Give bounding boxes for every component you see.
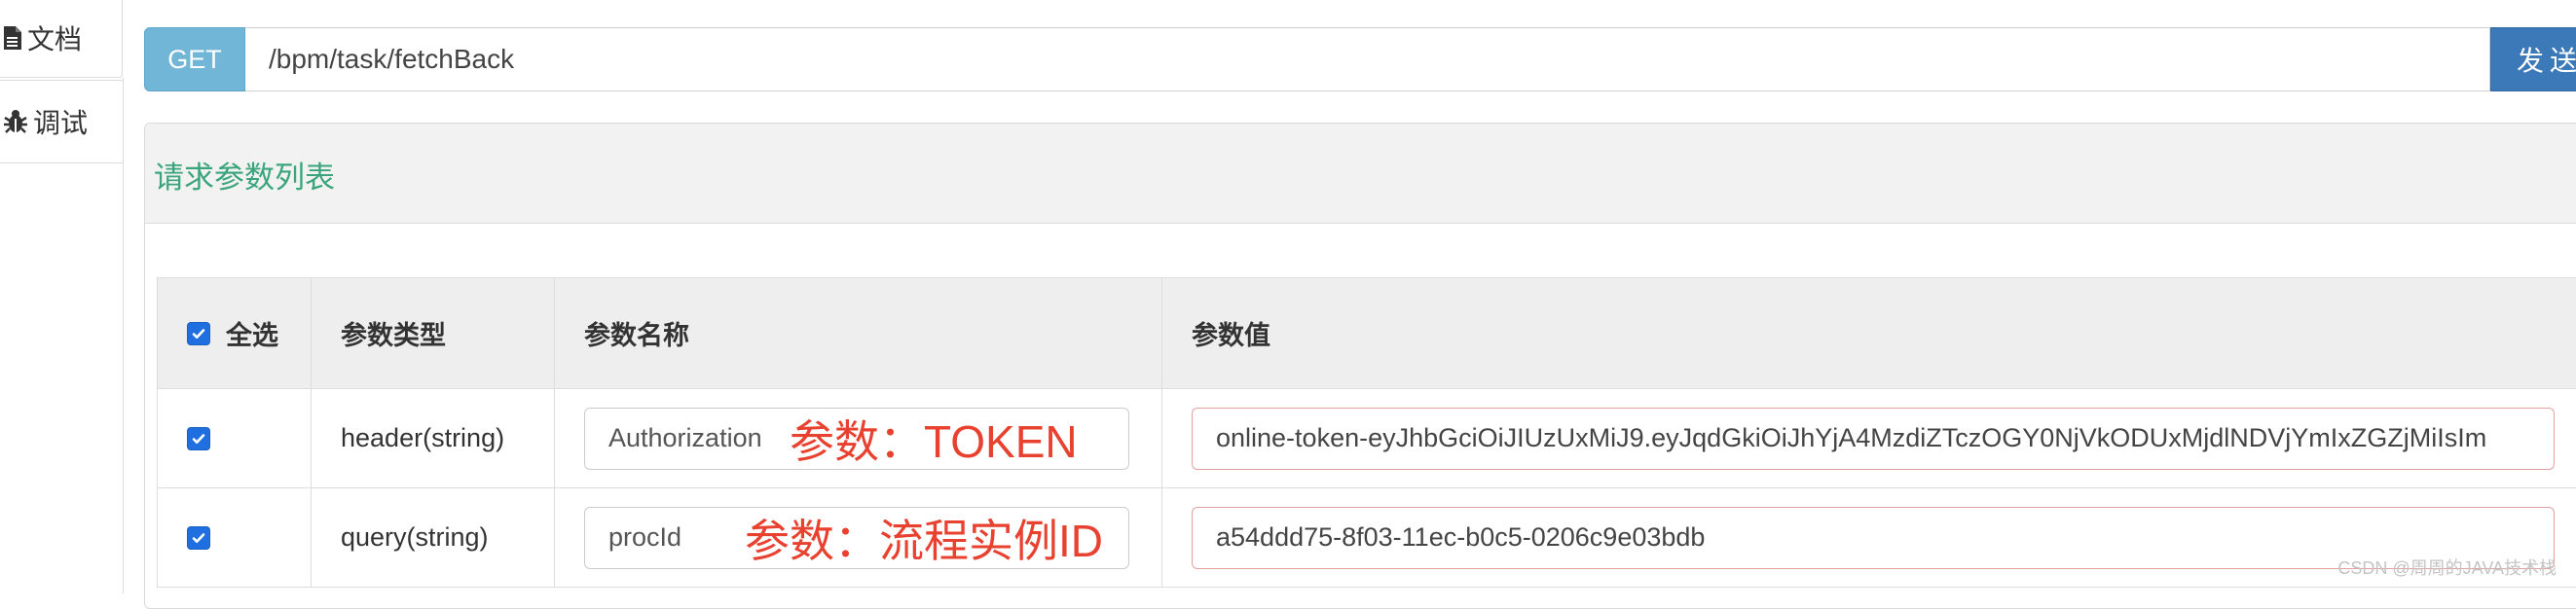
table-row: header(string) Authorization 参数：TOKEN on… — [158, 389, 2576, 488]
header-param-type: 参数类型 — [312, 278, 555, 389]
table-header-row: 全选 参数类型 参数名称 参数值 — [158, 278, 2576, 389]
row-check-cell — [158, 389, 312, 488]
row-check-cell — [158, 488, 312, 588]
row-param-value-cell: online-token-eyJhbGciOiJIUzUxMiJ9.eyJqdG… — [1162, 389, 2576, 488]
param-name-input[interactable]: Authorization 参数：TOKEN — [584, 408, 1129, 470]
param-name-value: procId — [608, 522, 681, 553]
tab-doc-label: 文档 — [27, 18, 82, 57]
annotation-text: 参数：流程实例ID — [745, 507, 1103, 569]
params-table: 全选 参数类型 参数名称 参数值 header(string) Authori — [157, 277, 2576, 588]
select-all-label: 全选 — [226, 314, 278, 352]
document-icon — [2, 25, 27, 51]
tab-strip-divider — [123, 78, 124, 593]
url-input[interactable]: /bpm/task/fetchBack — [245, 27, 2490, 91]
row-checkbox[interactable] — [187, 526, 210, 550]
tab-doc[interactable]: 文档 — [0, 0, 123, 78]
left-tab-strip: 文档 调试 — [0, 0, 125, 591]
watermark: CSDN @周周的JAVA技术栈 — [2337, 555, 2557, 580]
param-name-input[interactable]: procId 参数：流程实例ID — [584, 507, 1129, 569]
row-checkbox[interactable] — [187, 427, 210, 450]
select-all-checkbox[interactable] — [187, 322, 210, 345]
panel-heading: 请求参数列表 — [145, 124, 2576, 224]
tab-debug-label: 调试 — [33, 102, 88, 141]
bug-icon — [2, 108, 33, 135]
send-button[interactable]: 发送 — [2490, 27, 2576, 91]
request-bar: GET /bpm/task/fetchBack 发送 — [144, 27, 2576, 91]
header-param-name: 参数名称 — [555, 278, 1162, 389]
header-select-all: 全选 — [158, 278, 312, 389]
request-params-panel: 请求参数列表 全选 参数类型 参数名称 参数值 — [144, 123, 2576, 609]
row-param-name-cell: procId 参数：流程实例ID — [555, 488, 1162, 588]
table-row: query(string) procId 参数：流程实例ID a54ddd75-… — [158, 488, 2576, 588]
header-param-value: 参数值 — [1162, 278, 2576, 389]
row-param-name-cell: Authorization 参数：TOKEN — [555, 389, 1162, 488]
panel-title: 请求参数列表 — [154, 153, 335, 197]
tab-debug[interactable]: 调试 — [0, 80, 123, 163]
row-param-type: query(string) — [312, 488, 555, 588]
param-value-input[interactable]: online-token-eyJhbGciOiJIUzUxMiJ9.eyJqdG… — [1192, 408, 2555, 470]
param-name-value: Authorization — [608, 423, 762, 453]
annotation-text: 参数：TOKEN — [790, 408, 1078, 470]
row-param-type: header(string) — [312, 389, 555, 488]
http-method-badge[interactable]: GET — [144, 27, 245, 91]
